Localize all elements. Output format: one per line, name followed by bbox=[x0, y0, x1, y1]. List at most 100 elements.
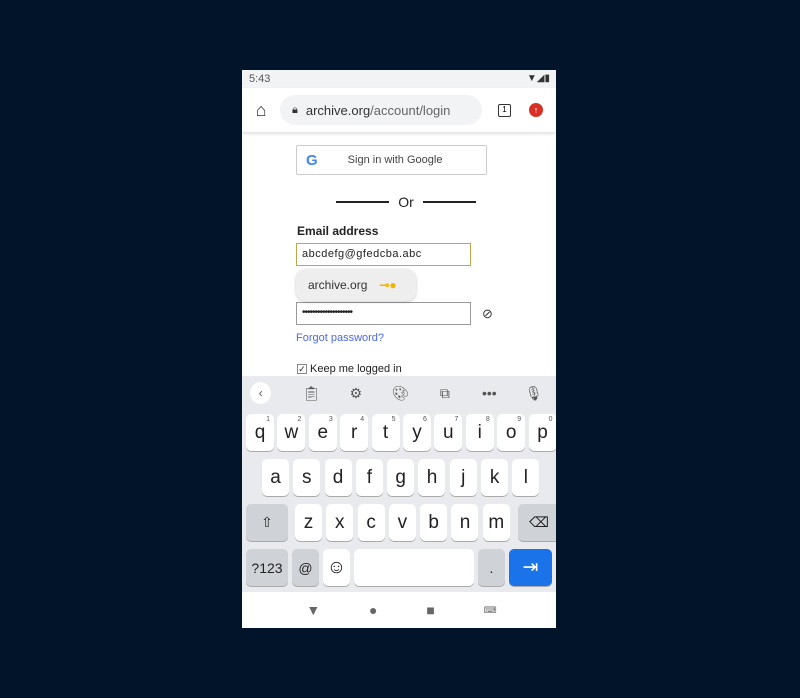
keep-logged-label: Keep me logged in bbox=[310, 363, 402, 375]
space-key[interactable] bbox=[354, 549, 474, 586]
key-hint: 4 bbox=[360, 416, 365, 423]
chevron-left-icon[interactable]: ‹ bbox=[250, 382, 272, 404]
key-d[interactable]: d bbox=[324, 459, 352, 496]
key-j[interactable]: j bbox=[449, 459, 477, 496]
enter-key[interactable]: ⇥ bbox=[509, 549, 552, 586]
clock: 5:43 bbox=[249, 73, 271, 85]
key-x[interactable]: x bbox=[326, 504, 354, 541]
key-row-2: asdfgh j k l bbox=[262, 459, 544, 496]
period-key[interactable]: . bbox=[478, 549, 505, 586]
key-t[interactable]: t5 bbox=[371, 414, 400, 451]
login-form: G Sign in with Google Or Email address a… bbox=[242, 132, 556, 376]
phone-screen: 5:43 ▼◢▮ ⌂ 🔒︎ archive.org/account/login … bbox=[242, 70, 556, 628]
key-label: y bbox=[412, 421, 422, 443]
home-nav-icon[interactable]: ● bbox=[369, 602, 377, 618]
key-z[interactable]: z bbox=[295, 504, 322, 541]
key-w[interactable]: w2 bbox=[277, 414, 306, 451]
email-field[interactable]: abcdefg@gfedcba.abc bbox=[296, 243, 471, 266]
key-e[interactable]: e3 bbox=[308, 414, 337, 451]
tab-switcher-button[interactable]: 1 bbox=[498, 103, 511, 117]
keyboard: ‹ 📋︎ ⚙ 🎨︎ ⧉ ••• 🎙︎ q1w2e3r4t5y6u7i8o9p0 … bbox=[242, 376, 556, 592]
gear-icon[interactable]: ⚙ bbox=[334, 385, 378, 402]
url-bar[interactable]: 🔒︎ archive.org/account/login bbox=[280, 95, 482, 125]
key-label: q bbox=[254, 421, 266, 443]
keep-logged-in-checkbox[interactable]: ✓ Keep me logged in bbox=[297, 363, 402, 375]
key-label: b bbox=[428, 511, 439, 533]
status-bar: 5:43 ▼◢▮ bbox=[242, 70, 556, 88]
key-q[interactable]: q1 bbox=[246, 414, 274, 451]
key-y[interactable]: y6 bbox=[402, 414, 431, 451]
emoji-key[interactable]: ☺ bbox=[323, 549, 350, 586]
key-row-3: ⇧ zxcvbnm ⌫ bbox=[246, 504, 556, 541]
key-label: s bbox=[302, 466, 312, 488]
key-s[interactable]: s bbox=[293, 459, 321, 496]
keyboard-switch-icon[interactable]: ⌨ bbox=[484, 605, 497, 616]
autofill-suggestion[interactable]: archive.org ⊸● bbox=[296, 269, 416, 301]
key-l[interactable]: l bbox=[512, 459, 540, 496]
key-g[interactable]: g bbox=[387, 459, 415, 496]
password-field[interactable]: •••••••••••••••••••• bbox=[296, 302, 471, 325]
update-icon[interactable]: ↑ bbox=[529, 103, 543, 117]
forgot-password-link[interactable]: Forgot password? bbox=[296, 332, 384, 344]
key-label: e bbox=[317, 421, 329, 443]
key-u[interactable]: u7 bbox=[434, 414, 463, 451]
key-hint: 6 bbox=[423, 416, 427, 423]
google-signin-button[interactable]: G Sign in with Google bbox=[296, 145, 487, 175]
key-hint: 7 bbox=[454, 416, 459, 423]
key-i[interactable]: i8 bbox=[465, 414, 494, 451]
email-label: Email address bbox=[297, 224, 379, 238]
key-c[interactable]: c bbox=[357, 504, 385, 541]
key-label: x bbox=[335, 511, 345, 533]
palette-icon[interactable]: 🎨︎ bbox=[378, 385, 422, 402]
or-text: Or bbox=[398, 194, 414, 210]
lock-icon: 🔒︎ bbox=[292, 103, 298, 116]
key-label: d bbox=[332, 466, 344, 488]
url-path: /account/login bbox=[370, 102, 451, 118]
key-p[interactable]: p0 bbox=[528, 414, 556, 451]
key-label: i bbox=[477, 421, 482, 443]
more-icon[interactable]: ••• bbox=[467, 385, 511, 401]
google-logo-icon: G bbox=[306, 151, 318, 169]
resize-icon[interactable]: ⧉ bbox=[423, 385, 467, 402]
key-label: h bbox=[426, 466, 438, 488]
recents-nav-icon[interactable]: ■ bbox=[426, 602, 434, 618]
key-label: v bbox=[397, 511, 408, 533]
key-n[interactable]: n bbox=[451, 504, 479, 541]
at-key[interactable]: @ bbox=[292, 549, 319, 586]
key-m[interactable]: m bbox=[482, 504, 510, 541]
status-icons: ▼◢▮ bbox=[526, 73, 550, 84]
key-f[interactable]: f bbox=[355, 459, 383, 496]
key-label: w bbox=[284, 421, 299, 443]
autofill-domain: archive.org bbox=[308, 278, 368, 292]
or-divider: Or bbox=[336, 194, 476, 210]
backspace-key[interactable]: ⌫ bbox=[518, 504, 556, 541]
key-label: l bbox=[523, 466, 528, 488]
key-icon: ⊸● bbox=[379, 278, 397, 292]
back-nav-icon[interactable]: ▼ bbox=[306, 602, 320, 618]
key-a[interactable]: a bbox=[262, 459, 289, 496]
home-icon[interactable]: ⌂ bbox=[242, 100, 280, 121]
key-o[interactable]: o9 bbox=[497, 414, 526, 451]
key-hint: 0 bbox=[548, 416, 553, 423]
key-label: g bbox=[395, 466, 406, 488]
eye-slash-icon[interactable]: ⊘ bbox=[482, 306, 493, 322]
key-r[interactable]: r4 bbox=[340, 414, 369, 451]
checkbox-icon[interactable]: ✓ bbox=[297, 364, 307, 374]
symbols-key[interactable]: ?123 bbox=[246, 549, 288, 586]
key-label: p bbox=[537, 421, 548, 443]
key-hint: 8 bbox=[485, 416, 490, 423]
shift-key[interactable]: ⇧ bbox=[246, 504, 288, 541]
key-label: j bbox=[461, 466, 466, 488]
clipboard-icon[interactable]: 📋︎ bbox=[289, 385, 333, 402]
mic-off-icon[interactable]: 🎙︎ bbox=[512, 385, 556, 402]
key-h[interactable]: h bbox=[418, 459, 446, 496]
key-label: z bbox=[303, 511, 314, 533]
key-v[interactable]: v bbox=[388, 504, 416, 541]
key-k[interactable]: k bbox=[481, 459, 509, 496]
key-label: m bbox=[488, 511, 505, 533]
key-label: f bbox=[366, 466, 373, 488]
key-b[interactable]: b bbox=[420, 504, 448, 541]
key-label: o bbox=[505, 421, 517, 443]
key-hint: 5 bbox=[391, 416, 396, 423]
key-hint: 9 bbox=[517, 416, 522, 423]
